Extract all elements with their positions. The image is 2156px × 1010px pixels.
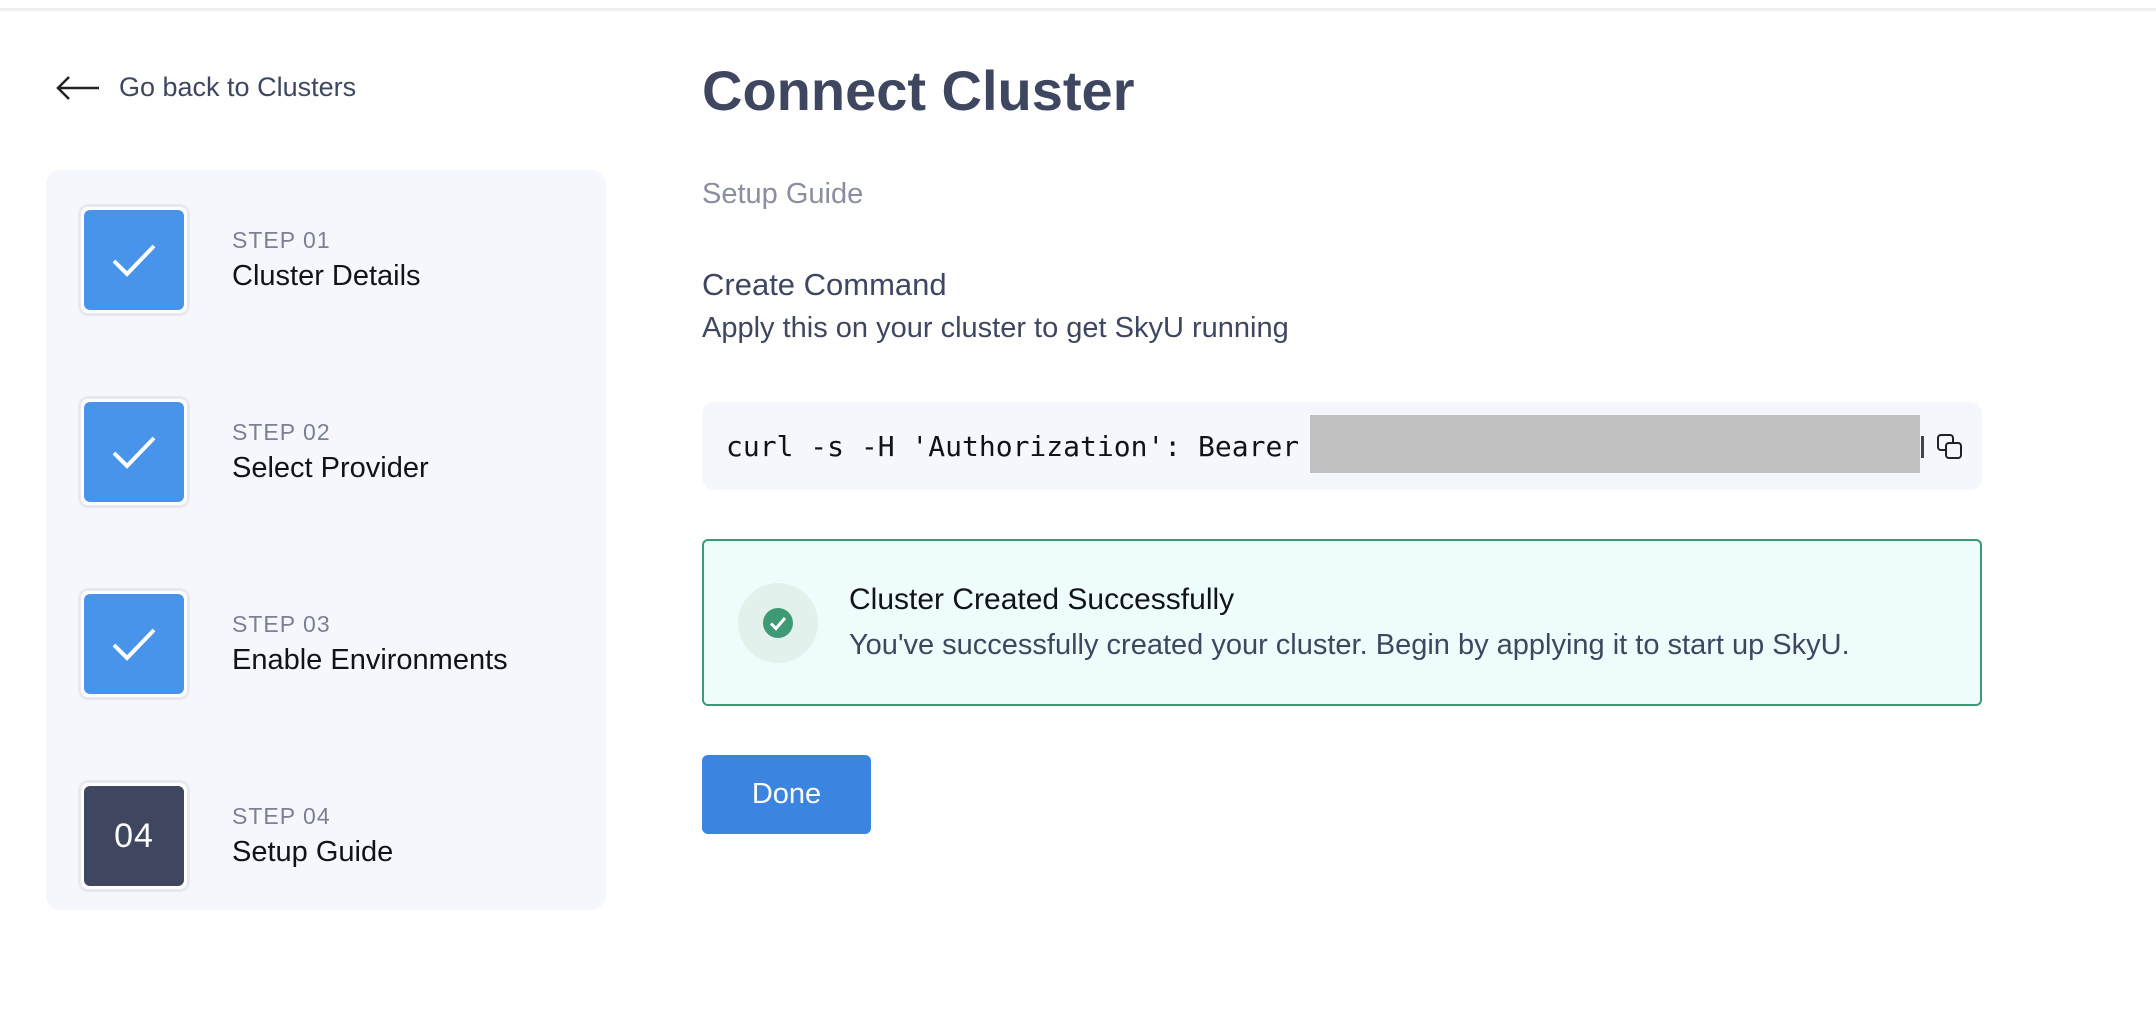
redacted-token (1310, 415, 1920, 473)
top-divider (0, 0, 2156, 11)
step-title: Cluster Details (232, 260, 421, 292)
success-title: Cluster Created Successfully (849, 583, 1235, 616)
page-subtitle: Setup Guide (702, 178, 864, 210)
step-title: Enable Environments (232, 644, 508, 676)
step-badge: 04 (84, 786, 184, 886)
done-button[interactable]: Done (702, 755, 871, 834)
text-overflow-marker (1921, 436, 1924, 458)
check-circle-icon (763, 608, 793, 638)
success-alert: Cluster Created Successfully You've succ… (702, 539, 1982, 706)
step-select-provider[interactable]: STEP 02 Select Provider (78, 396, 429, 508)
step-number: STEP 01 (232, 227, 331, 253)
step-title: Select Provider (232, 452, 429, 484)
section-title: Create Command (702, 267, 947, 302)
step-number: STEP 04 (232, 803, 331, 829)
step-setup-guide[interactable]: 04 STEP 04 Setup Guide (78, 780, 393, 892)
step-title: Setup Guide (232, 836, 394, 868)
stepper: STEP 01 Cluster Details STEP 02 Select P… (46, 170, 606, 910)
command-text[interactable]: curl -s -H 'Authorization': Bearer (726, 430, 1299, 463)
check-icon (112, 244, 156, 277)
check-icon (112, 436, 156, 469)
success-message: You've successfully created your cluster… (849, 629, 1850, 661)
copy-icon[interactable] (1935, 432, 1965, 462)
back-to-clusters-link[interactable]: Go back to Clusters (55, 72, 356, 103)
check-icon (112, 628, 156, 661)
step-number: STEP 03 (232, 611, 331, 637)
step-number: STEP 02 (232, 419, 331, 445)
back-label: Go back to Clusters (119, 72, 357, 102)
success-icon-badge (738, 583, 818, 663)
arrow-left-icon (56, 75, 99, 100)
section-description: Apply this on your cluster to get SkyU r… (702, 312, 1289, 344)
page-title: Connect Cluster (702, 59, 1135, 122)
step-enable-environments[interactable]: STEP 03 Enable Environments (78, 588, 508, 700)
command-block[interactable]: curl -s -H 'Authorization': Bearer (702, 402, 1982, 490)
step-cluster-details[interactable]: STEP 01 Cluster Details (78, 204, 421, 316)
